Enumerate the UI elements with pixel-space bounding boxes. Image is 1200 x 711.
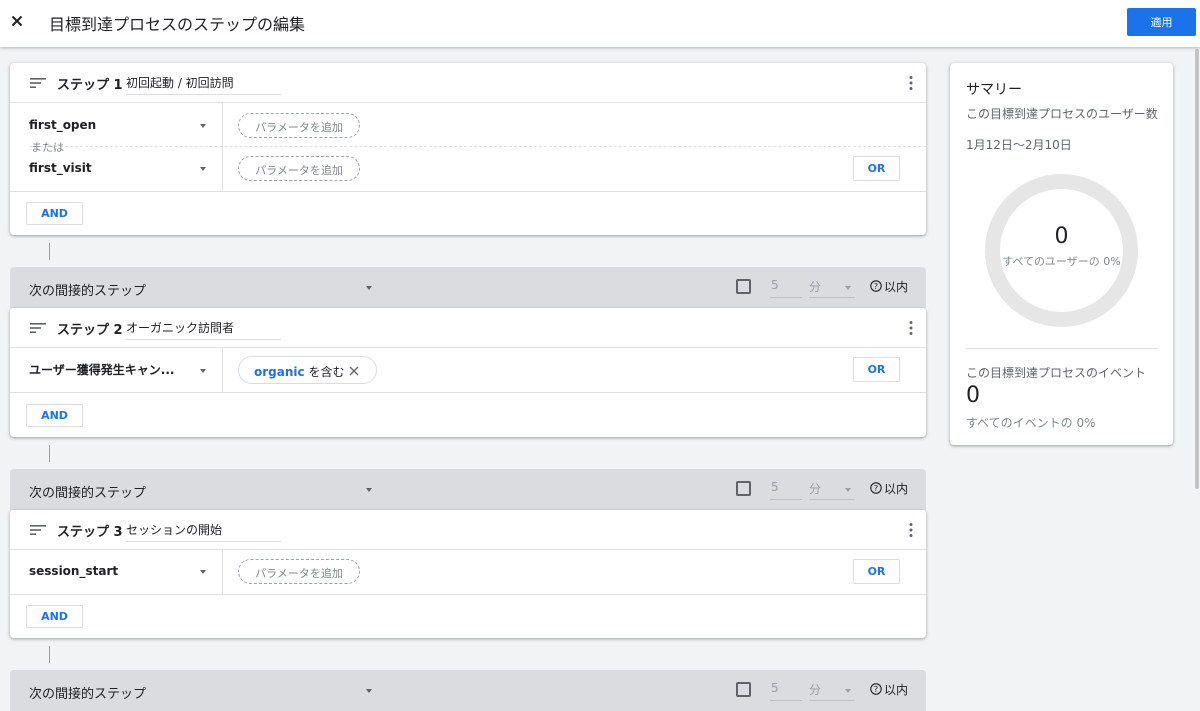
condition-row: session_start パラメータを追加 OR xyxy=(10,559,926,585)
add-parameter-chip[interactable]: パラメータを追加 xyxy=(238,113,360,138)
step-connector xyxy=(49,445,50,462)
and-button[interactable]: AND xyxy=(26,404,83,427)
or-button[interactable]: OR xyxy=(853,559,900,584)
close-icon[interactable] xyxy=(7,11,27,31)
help-icon[interactable]: ? xyxy=(870,482,882,494)
within-checkbox[interactable] xyxy=(736,279,751,294)
condition-row: first_visit パラメータを追加 OR xyxy=(10,156,926,182)
and-button[interactable]: AND xyxy=(26,605,83,628)
divider xyxy=(10,594,926,595)
step-name-input[interactable]: 初回起動 / 初回訪問 xyxy=(126,73,281,95)
step-connector xyxy=(49,243,50,260)
within-label: 以内 xyxy=(884,482,909,496)
and-button[interactable]: AND xyxy=(26,202,83,225)
or-text: または xyxy=(31,141,64,154)
sequence-bar: 次の間接的ステップ 5 分 ? 以内 xyxy=(10,267,926,308)
parameter-filter-chip[interactable]: organic を含む xyxy=(238,356,377,384)
events-label: この目標到達プロセスのイベント xyxy=(966,366,1147,380)
event-select[interactable]: session_start xyxy=(29,559,215,585)
users-donut-chart xyxy=(985,174,1138,327)
event-select[interactable]: first_open xyxy=(29,113,215,139)
event-name: first_open xyxy=(29,118,97,132)
page-title: 目標到達プロセスのステップの編集 xyxy=(49,15,306,34)
within-value-input[interactable]: 5 xyxy=(770,278,802,298)
users-label: この目標到達プロセスのユーザー数 xyxy=(966,107,1158,121)
within-value-input[interactable]: 5 xyxy=(770,480,802,500)
chevron-down-icon xyxy=(200,167,206,171)
more-vert-icon[interactable] xyxy=(908,522,914,538)
filter-value: organic xyxy=(254,365,305,379)
event-name: session_start xyxy=(29,564,119,578)
within-checkbox[interactable] xyxy=(736,682,751,697)
svg-text:?: ? xyxy=(874,685,878,694)
or-button[interactable]: OR xyxy=(853,156,900,181)
chevron-down-icon xyxy=(366,488,372,492)
close-icon[interactable] xyxy=(349,366,359,376)
within-value-input[interactable]: 5 xyxy=(770,681,802,701)
chevron-down-icon xyxy=(845,689,851,693)
summary-panel: サマリー この目標到達プロセスのユーザー数 1月12日～2月10日 0 すべての… xyxy=(950,63,1173,445)
step-header: ステップ 3 セッションの開始 xyxy=(10,510,926,550)
events-percentage: すべてのイベントの 0% xyxy=(966,416,1096,430)
within-label: 以内 xyxy=(884,683,909,697)
within-checkbox[interactable] xyxy=(736,481,751,496)
sequence-label: 次の間接的ステップ xyxy=(29,486,147,501)
sort-icon xyxy=(30,323,46,333)
users-value: 0 xyxy=(1054,224,1069,249)
step-card-3: ステップ 3 セッションの開始 session_start パラメータを追加 O… xyxy=(10,510,926,638)
chevron-down-icon xyxy=(200,124,206,128)
filter-operator: を含む xyxy=(308,365,345,379)
event-select[interactable]: first_visit xyxy=(29,156,215,182)
donut-ring xyxy=(985,174,1138,327)
date-range: 1月12日～2月10日 xyxy=(966,138,1072,152)
step-card-1: ステップ 1 初回起動 / 初回訪問 first_open パラメータを追加 ま… xyxy=(10,63,926,235)
chevron-down-icon xyxy=(200,369,206,373)
help-icon[interactable]: ? xyxy=(870,280,882,292)
svg-text:?: ? xyxy=(874,484,878,493)
step-card-2: ステップ 2 オーガニック訪問者 ユーザー獲得発生キャン... organic … xyxy=(10,308,926,437)
event-name: first_visit xyxy=(29,161,92,175)
event-select[interactable]: ユーザー獲得発生キャン... xyxy=(29,356,215,382)
sequence-bar: 次の間接的ステップ 5 分 ? 以内 xyxy=(10,469,926,510)
step-header: ステップ 1 初回起動 / 初回訪問 xyxy=(10,63,926,103)
help-icon[interactable]: ? xyxy=(870,683,882,695)
step-connector xyxy=(49,646,50,663)
sequence-bar: 次の間接的ステップ 5 分 ? 以内 xyxy=(10,670,926,711)
condition-row: first_open パラメータを追加 xyxy=(10,113,926,139)
condition-row: ユーザー獲得発生キャン... organic を含む OR xyxy=(10,356,926,384)
svg-text:?: ? xyxy=(874,282,878,291)
or-separator xyxy=(30,146,926,147)
top-app-bar: 目標到達プロセスのステップの編集 適用 xyxy=(0,0,1200,47)
summary-title: サマリー xyxy=(966,82,1022,98)
divider xyxy=(10,191,926,192)
step-name-input[interactable]: セッションの開始 xyxy=(126,520,281,542)
users-percentage: すべてのユーザーの 0% xyxy=(1002,255,1121,268)
sort-icon xyxy=(30,525,46,535)
step-label: ステップ 3 xyxy=(57,525,123,540)
chevron-down-icon xyxy=(845,488,851,492)
add-parameter-chip[interactable]: パラメータを追加 xyxy=(238,559,360,584)
sequence-label: 次の間接的ステップ xyxy=(29,284,147,299)
within-label: 以内 xyxy=(884,280,909,294)
step-label: ステップ 1 xyxy=(57,78,123,93)
more-vert-icon[interactable] xyxy=(908,320,914,336)
divider xyxy=(966,348,1158,349)
step-name-input[interactable]: オーガニック訪問者 xyxy=(126,318,281,340)
step-header: ステップ 2 オーガニック訪問者 xyxy=(10,308,926,348)
more-vert-icon[interactable] xyxy=(908,75,914,91)
add-parameter-chip[interactable]: パラメータを追加 xyxy=(238,156,360,181)
divider xyxy=(10,392,926,393)
chevron-down-icon xyxy=(200,570,206,574)
apply-button[interactable]: 適用 xyxy=(1127,8,1196,36)
or-button[interactable]: OR xyxy=(853,357,900,382)
step-label: ステップ 2 xyxy=(57,323,123,338)
scrollbar-thumb[interactable] xyxy=(1195,49,1199,489)
chevron-down-icon xyxy=(366,286,372,290)
sort-icon xyxy=(30,78,46,88)
event-name: ユーザー獲得発生キャン... xyxy=(29,363,175,377)
chevron-down-icon xyxy=(845,286,851,290)
chevron-down-icon xyxy=(366,689,372,693)
sequence-label: 次の間接的ステップ xyxy=(29,687,147,702)
events-value: 0 xyxy=(966,383,980,408)
